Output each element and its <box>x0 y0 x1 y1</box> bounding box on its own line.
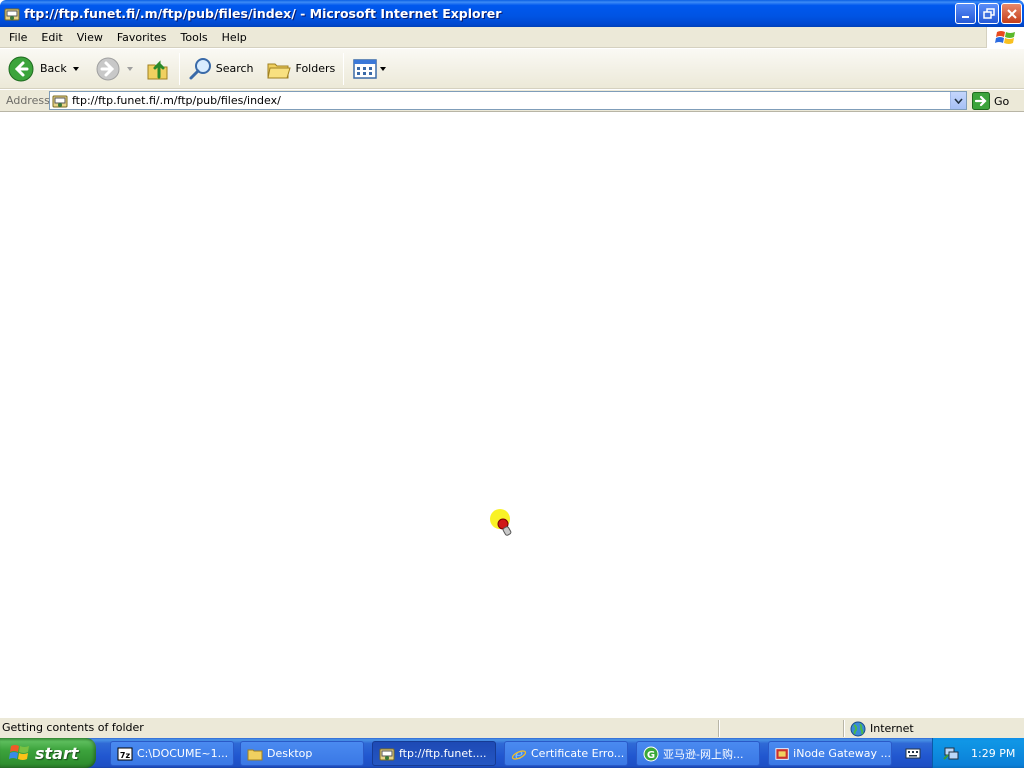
chevron-down-icon[interactable] <box>126 66 133 71</box>
ftp-folder-icon <box>4 8 20 20</box>
task-label: ftp://ftp.funet.... <box>399 747 487 760</box>
folders-button[interactable]: Folders <box>262 52 340 86</box>
task-label: iNode Gateway ... <box>793 747 891 760</box>
inode-icon <box>775 747 789 760</box>
menu-favorites[interactable]: Favorites <box>110 27 174 48</box>
close-button[interactable] <box>1001 3 1022 24</box>
svg-text:7z: 7z <box>120 751 131 760</box>
start-button[interactable]: start <box>0 738 96 768</box>
folder-icon <box>247 749 263 760</box>
address-bar: Address ftp://ftp.funet.fi/.m/ftp/pub/fi… <box>0 90 1024 112</box>
forward-arrow-icon <box>96 57 120 80</box>
menu-file[interactable]: File <box>0 27 34 48</box>
chevron-down-icon[interactable] <box>380 66 387 71</box>
windows-logo-icon <box>9 745 29 760</box>
toolbar-separator <box>178 52 180 85</box>
taskbar-item-ftp[interactable]: ftp://ftp.funet.... <box>372 741 496 766</box>
back-button[interactable]: Back <box>4 52 83 86</box>
taskbar-item-desktop[interactable]: Desktop <box>240 741 364 766</box>
folders-icon <box>266 63 291 78</box>
address-value: ftp://ftp.funet.fi/.m/ftp/pub/files/inde… <box>72 94 281 107</box>
restore-button[interactable] <box>978 3 999 24</box>
address-label: Address <box>6 94 50 107</box>
zone-label: Internet <box>870 722 914 735</box>
ftp-icon <box>379 748 395 760</box>
restore-icon <box>982 7 995 19</box>
taskbar-item-7zip[interactable]: 7z C:\DOCUME~1... <box>110 741 234 766</box>
folders-label: Folders <box>295 62 336 75</box>
toolbar: Back Search Folders <box>0 49 1024 89</box>
search-icon <box>189 57 211 79</box>
task-label: 亚马逊-网上购... <box>663 747 744 761</box>
system-tray: 1:29 PM <box>932 738 1024 768</box>
page-content[interactable] <box>0 112 1024 717</box>
title-bar[interactable]: ftp://ftp.funet.fi/.m/ftp/pub/files/inde… <box>0 0 1024 27</box>
task-label: Desktop <box>267 747 313 760</box>
window-title: ftp://ftp.funet.fi/.m/ftp/pub/files/inde… <box>24 6 502 21</box>
browser-icon: G <box>643 746 659 761</box>
start-label: start <box>35 743 79 763</box>
minimize-button[interactable] <box>955 3 976 24</box>
svg-text:G: G <box>647 750 655 761</box>
toolbar-separator <box>343 52 345 85</box>
search-button[interactable]: Search <box>184 52 258 86</box>
network-icon[interactable] <box>943 745 959 761</box>
address-dropdown-button[interactable] <box>950 92 966 109</box>
taskbar-item-amazon[interactable]: G 亚马逊-网上购... <box>636 741 760 766</box>
busy-cursor-icon <box>490 509 512 536</box>
status-divider <box>843 720 845 737</box>
views-button[interactable] <box>348 52 390 86</box>
views-icon <box>353 58 377 79</box>
go-button[interactable]: Go <box>972 91 1009 111</box>
taskbar-item-certificate-error[interactable]: e Certificate Erro... <box>504 741 628 766</box>
back-arrow-icon <box>8 56 34 81</box>
menu-help[interactable]: Help <box>215 27 254 48</box>
keyboard-icon[interactable] <box>905 745 921 761</box>
up-folder-button[interactable] <box>141 52 175 86</box>
clock[interactable]: 1:29 PM <box>971 747 1015 760</box>
security-zone: Internet <box>850 720 914 737</box>
windows-logo-icon <box>986 27 1024 48</box>
minimize-icon <box>961 15 969 18</box>
status-divider <box>718 720 720 737</box>
svg-text:e: e <box>515 747 523 762</box>
taskbar: start 7z C:\DOCUME~1... Desktop ftp://ft… <box>0 738 1024 768</box>
back-label: Back <box>40 62 67 75</box>
7zip-icon: 7z <box>117 747 133 760</box>
menu-view[interactable]: View <box>70 27 110 48</box>
status-bar: Getting contents of folder Internet <box>0 717 1024 738</box>
go-label: Go <box>994 94 1010 108</box>
up-folder-icon <box>147 59 168 79</box>
menu-tools[interactable]: Tools <box>174 27 215 48</box>
taskbar-item-inode[interactable]: iNode Gateway ... <box>768 741 892 766</box>
ftp-folder-icon <box>52 95 68 107</box>
close-icon <box>1006 8 1017 19</box>
forward-button[interactable] <box>91 52 137 86</box>
ie-icon: e <box>511 747 527 762</box>
search-label: Search <box>215 62 254 75</box>
chevron-down-icon <box>954 97 963 104</box>
go-arrow-icon <box>972 92 990 110</box>
task-label: Certificate Erro... <box>531 747 625 760</box>
chevron-down-icon[interactable] <box>72 66 79 71</box>
status-text: Getting contents of folder <box>2 721 144 734</box>
task-label: C:\DOCUME~1... <box>137 747 229 760</box>
menu-bar: File Edit View Favorites Tools Help <box>0 27 1024 48</box>
internet-globe-icon <box>850 721 866 736</box>
menu-edit[interactable]: Edit <box>34 27 69 48</box>
address-input[interactable]: ftp://ftp.funet.fi/.m/ftp/pub/files/inde… <box>49 91 967 110</box>
